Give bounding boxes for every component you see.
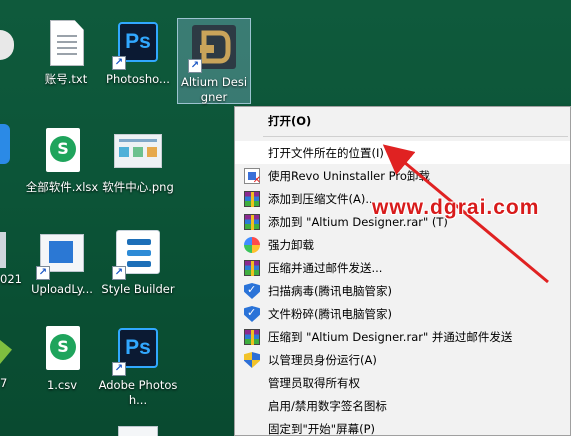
menu-item-scan-virus[interactable]: 扫描病毒(腾讯电脑管家) — [235, 279, 570, 302]
menu-item-label: 压缩并通过邮件发送... — [268, 260, 383, 275]
uploadly-icon: ↗ — [36, 230, 86, 280]
app-icon-partial — [114, 422, 162, 436]
menu-item-revo-uninstall[interactable]: 使用Revo Uninstaller Pro卸载 — [235, 164, 570, 187]
winrar-icon — [244, 329, 260, 345]
menu-item-signature-icon[interactable]: 启用/禁用数字签名图标 — [235, 394, 570, 417]
desktop: 021 7 账号.txt S 全部软件.xlsx ↗ UploadLy... S… — [0, 0, 571, 436]
style-builder-icon: ↗ — [112, 230, 162, 280]
shortcut-arrow-icon: ↗ — [36, 266, 50, 280]
shortcut-arrow-icon: ↗ — [112, 266, 126, 280]
menu-item-force-uninstall[interactable]: 强力卸载 — [235, 233, 570, 256]
photoshop-icon: Ps ↗ — [112, 326, 162, 376]
menu-item-open-file-location[interactable]: 打开文件所在的位置(I) — [235, 141, 570, 164]
menu-item-label: 扫描病毒(腾讯电脑管家) — [268, 283, 392, 298]
menu-item-label: 添加到压缩文件(A)... — [268, 191, 377, 206]
desktop-icon-adobe-photoshop[interactable]: Ps ↗ Adobe Photosh... — [98, 322, 178, 410]
photoshop-icon: Ps ↗ — [112, 20, 162, 70]
desktop-icon-style-builder[interactable]: ↗ Style Builder — [100, 226, 176, 314]
desktop-icon-label: 账号.txt — [44, 72, 88, 86]
desktop-icon-label: 1.csv — [46, 378, 78, 392]
desktop-icon-label: Altium Designer — [180, 75, 248, 104]
csv-file-icon: S — [38, 326, 86, 374]
desktop-icon-partial[interactable] — [100, 418, 176, 436]
menu-item-label: 打开文件所在的位置(I) — [268, 145, 384, 160]
shortcut-arrow-icon: ↗ — [188, 59, 202, 73]
spreadsheet-icon: S — [38, 128, 86, 176]
desktop-icon-photoshop[interactable]: Ps ↗ Photosho... — [100, 16, 176, 104]
menu-item-pin-to-start[interactable]: 固定到"开始"屏幕(P) — [235, 417, 570, 436]
shield-icon — [244, 306, 260, 322]
edge-icon-label: 7 — [0, 376, 8, 390]
context-menu: 打开(O) 打开文件所在的位置(I) 使用Revo Uninstaller Pr… — [234, 106, 571, 436]
menu-item-compress-rar-email[interactable]: 压缩到 "Altium Designer.rar" 并通过邮件发送 — [235, 325, 570, 348]
chat-app-icon[interactable] — [0, 30, 14, 60]
altium-designer-icon: ↗ — [188, 23, 238, 73]
shortcut-arrow-icon: ↗ — [112, 56, 126, 70]
menu-separator — [263, 136, 568, 137]
text-file-icon — [42, 20, 90, 68]
menu-item-label: 文件粉碎(腾讯电脑管家) — [268, 306, 392, 321]
menu-item-label: 管理员取得所有权 — [268, 375, 360, 390]
desktop-icon-label: Photosho... — [106, 72, 170, 86]
desktop-icon-label: Adobe Photosh... — [98, 378, 178, 407]
revo-uninstaller-icon — [244, 168, 261, 186]
winrar-icon — [244, 260, 260, 276]
menu-item-open[interactable]: 打开(O) — [235, 109, 570, 132]
menu-item-label: 压缩到 "Altium Designer.rar" 并通过邮件发送 — [268, 329, 513, 344]
menu-item-label: 以管理员身份运行(A) — [268, 352, 377, 367]
desktop-icon-text-file[interactable]: 账号.txt — [28, 16, 104, 104]
image-file-icon — [114, 128, 162, 176]
desktop-icon-label: UploadLy... — [31, 282, 93, 296]
desktop-icon-xlsx[interactable]: S 全部软件.xlsx — [24, 124, 100, 212]
desktop-icon-label: 全部软件.xlsx — [25, 180, 99, 194]
menu-item-label: 强力卸载 — [268, 237, 314, 252]
menu-item-label: 使用Revo Uninstaller Pro卸载 — [268, 168, 430, 183]
menu-item-label: 固定到"开始"屏幕(P) — [268, 421, 375, 436]
app-icon-partial[interactable] — [0, 124, 10, 164]
winrar-icon — [244, 214, 260, 230]
menu-item-label: 打开(O) — [268, 113, 312, 128]
desktop-icon-altium-designer[interactable]: ↗ Altium Designer — [177, 18, 251, 104]
desktop-icon-label: Style Builder — [101, 282, 175, 296]
menu-item-label: 启用/禁用数字签名图标 — [268, 398, 387, 413]
desktop-icon-png[interactable]: 软件中心.png — [100, 124, 176, 212]
desktop-icon-label: 软件中心.png — [102, 180, 174, 194]
watermark-text: www.dgrai.com — [372, 196, 540, 219]
menu-item-run-as-admin[interactable]: 以管理员身份运行(A) — [235, 348, 570, 371]
menu-item-file-shred[interactable]: 文件粉碎(腾讯电脑管家) — [235, 302, 570, 325]
edge-icon-label: 021 — [0, 272, 22, 286]
menu-item-take-ownership[interactable]: 管理员取得所有权 — [235, 371, 570, 394]
winrar-icon — [244, 191, 260, 207]
uac-shield-icon — [244, 352, 260, 368]
desktop-icon-csv[interactable]: S 1.csv — [24, 322, 100, 410]
shield-icon — [244, 283, 260, 299]
menu-item-compress-email[interactable]: 压缩并通过邮件发送... — [235, 256, 570, 279]
app-icon-partial[interactable] — [0, 232, 6, 268]
shortcut-arrow-icon: ↗ — [112, 362, 126, 376]
app-icon-partial[interactable] — [0, 340, 12, 364]
desktop-icon-uploadly[interactable]: ↗ UploadLy... — [24, 226, 100, 314]
pinwheel-icon — [244, 237, 260, 253]
